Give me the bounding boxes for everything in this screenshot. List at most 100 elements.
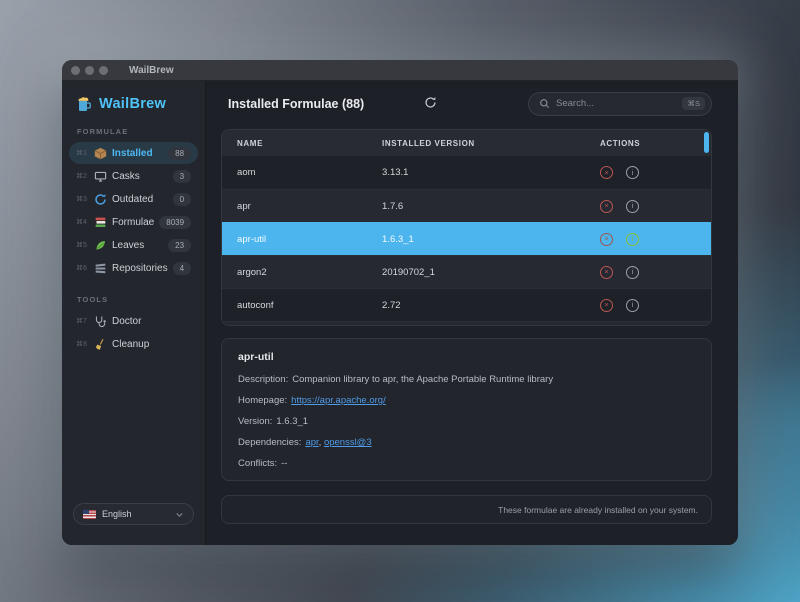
status-message: These formulae are already installed on … xyxy=(498,505,698,515)
cell-name: apr xyxy=(237,201,382,212)
shortcut-hint: ⌘8 xyxy=(76,340,89,348)
sidebar-item-cleanup[interactable]: ⌘8 Cleanup xyxy=(69,333,198,355)
cell-name: apr-util xyxy=(237,234,382,245)
language-label: English xyxy=(102,509,132,519)
status-bar: These formulae are already installed on … xyxy=(221,495,712,524)
cell-version: 1.6.3_1 xyxy=(382,234,600,245)
count-badge: 0 xyxy=(173,193,191,206)
details-title: apr-util xyxy=(238,351,695,363)
shortcut-hint: ⌘5 xyxy=(76,241,89,249)
sidebar-item-label: Outdated xyxy=(112,194,153,205)
us-flag-icon xyxy=(83,510,96,519)
shortcut-hint: ⌘7 xyxy=(76,317,89,325)
sidebar-item-label: Casks xyxy=(112,171,140,182)
main-header: Installed Formulae (88) ⌘S xyxy=(206,81,738,126)
details-conflicts: Conflicts:-- xyxy=(238,458,695,469)
table-row-partial[interactable]: ×i xyxy=(222,321,711,326)
column-header-name: NAME xyxy=(237,139,382,148)
table-row-autoconf[interactable]: autoconf 2.72 × i xyxy=(222,288,711,321)
uninstall-icon[interactable]: × xyxy=(600,166,613,179)
language-selector[interactable]: English xyxy=(73,503,194,525)
scrollbar-thumb[interactable] xyxy=(704,132,709,153)
table-row-apr[interactable]: apr 1.7.6 × i xyxy=(222,189,711,222)
sidebar-item-outdated[interactable]: ⌘3 Outdated 0 xyxy=(69,188,198,210)
close-window-button[interactable] xyxy=(71,66,80,75)
sidebar-item-label: Leaves xyxy=(112,240,144,251)
dependency-link[interactable]: openssl@3 xyxy=(324,437,372,448)
table-row-aom[interactable]: aom 3.13.1 × i xyxy=(222,156,711,189)
leaf-icon xyxy=(94,239,107,252)
uninstall-icon[interactable]: × xyxy=(600,266,613,279)
wailbrew-logo-icon xyxy=(76,96,92,112)
uninstall-icon[interactable]: × xyxy=(600,200,613,213)
sidebar-item-formulae[interactable]: ⌘4 Formulae 8039 xyxy=(69,211,198,233)
column-header-version: INSTALLED VERSION xyxy=(382,139,600,148)
table-row-apr-util[interactable]: apr-util 1.6.3_1 × i xyxy=(222,222,711,255)
app-window: WailBrew WailBrew FORMULAE ⌘1 Installed … xyxy=(62,60,738,545)
refresh-button[interactable] xyxy=(424,96,437,112)
chevron-down-icon xyxy=(175,510,184,519)
display-icon xyxy=(94,170,107,183)
minimize-window-button[interactable] xyxy=(85,66,94,75)
column-header-actions: ACTIONS xyxy=(600,139,696,148)
cell-version: 3.13.1 xyxy=(382,167,600,178)
formulae-table: NAME INSTALLED VERSION ACTIONS aom 3.13.… xyxy=(221,129,712,326)
sidebar-item-label: Installed xyxy=(112,148,153,159)
search-field[interactable]: ⌘S xyxy=(528,92,712,116)
info-icon[interactable]: i xyxy=(626,299,639,312)
refresh-icon xyxy=(94,193,107,206)
section-label-tools: TOOLS xyxy=(62,280,205,309)
count-badge: 8039 xyxy=(159,216,191,229)
section-label-formulae: FORMULAE xyxy=(62,112,205,141)
cell-version: 1.7.6 xyxy=(382,201,600,212)
shortcut-hint: ⌘1 xyxy=(76,149,89,157)
count-badge: 23 xyxy=(168,239,191,252)
cell-version: 20190702_1 xyxy=(382,267,600,278)
sidebar-item-label: Repositories xyxy=(112,263,168,274)
count-badge: 4 xyxy=(173,262,191,275)
books-icon xyxy=(94,216,107,229)
page-title: Installed Formulae (88) xyxy=(228,97,364,111)
cell-version: 2.72 xyxy=(382,300,600,311)
sidebar-item-doctor[interactable]: ⌘7 Doctor xyxy=(69,310,198,332)
sidebar: WailBrew FORMULAE ⌘1 Installed 88 ⌘2 Cas… xyxy=(62,81,206,545)
sidebar-item-leaves[interactable]: ⌘5 Leaves 23 xyxy=(69,234,198,256)
homepage-link[interactable]: https://apr.apache.org/ xyxy=(291,395,386,406)
info-icon[interactable]: i xyxy=(626,233,639,246)
details-panel: apr-util Description:Companion library t… xyxy=(221,338,712,481)
details-version: Version:1.6.3_1 xyxy=(238,416,695,427)
zoom-window-button[interactable] xyxy=(99,66,108,75)
sidebar-item-label: Doctor xyxy=(112,316,141,327)
cell-name: aom xyxy=(237,167,382,178)
broom-icon xyxy=(94,338,107,351)
cell-name: autoconf xyxy=(237,300,382,311)
package-icon xyxy=(94,147,107,160)
titlebar: WailBrew xyxy=(62,60,738,81)
sidebar-item-label: Formulae xyxy=(112,217,154,228)
info-icon[interactable]: i xyxy=(626,266,639,279)
info-icon[interactable]: i xyxy=(626,200,639,213)
sidebar-item-casks[interactable]: ⌘2 Casks 3 xyxy=(69,165,198,187)
window-title: WailBrew xyxy=(129,65,174,76)
sidebar-item-installed[interactable]: ⌘1 Installed 88 xyxy=(69,142,198,164)
shortcut-hint: ⌘2 xyxy=(76,172,89,180)
count-badge: 88 xyxy=(168,147,191,160)
app-name: WailBrew xyxy=(99,96,166,112)
search-icon xyxy=(539,98,550,109)
main-content: Installed Formulae (88) ⌘S NAME INSTALLE… xyxy=(206,81,738,545)
shortcut-hint: ⌘4 xyxy=(76,218,89,226)
uninstall-icon[interactable]: × xyxy=(600,233,613,246)
details-dependencies: Dependencies:apr, openssl@3 xyxy=(238,437,695,448)
search-shortcut-badge: ⌘S xyxy=(682,97,705,110)
uninstall-icon[interactable]: × xyxy=(600,299,613,312)
table-header: NAME INSTALLED VERSION ACTIONS xyxy=(222,130,711,156)
shortcut-hint: ⌘6 xyxy=(76,264,89,272)
details-homepage: Homepage:https://apr.apache.org/ xyxy=(238,395,695,406)
brand: WailBrew xyxy=(62,81,205,112)
dependency-link[interactable]: apr xyxy=(305,437,318,448)
info-icon[interactable]: i xyxy=(626,166,639,179)
sidebar-item-repositories[interactable]: ⌘6 Repositories 4 xyxy=(69,257,198,279)
table-row-argon2[interactable]: argon2 20190702_1 ×i xyxy=(222,255,711,288)
search-input[interactable] xyxy=(556,98,676,109)
stethoscope-icon xyxy=(94,315,107,328)
